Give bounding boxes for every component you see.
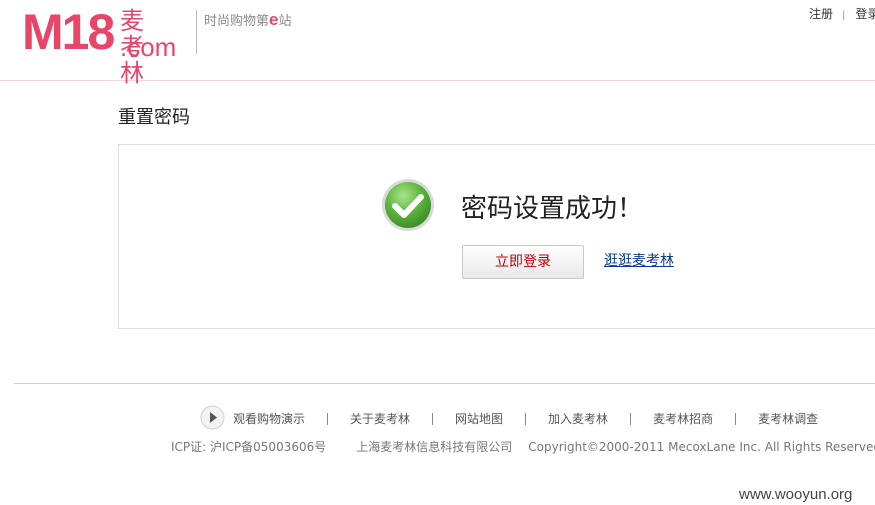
- browse-store-link[interactable]: 逛逛麦考林: [604, 250, 674, 270]
- slogan-post: 站: [278, 14, 292, 29]
- footer-info: ICP证: 沪ICP备05003606号 上海麦考林信息科技有限公司 Copyrig…: [171, 438, 875, 455]
- play-icon[interactable]: [200, 405, 225, 430]
- company-name: 上海麦考林信息科技有限公司: [356, 440, 513, 454]
- logo-divider: [196, 10, 197, 54]
- top-links: 注册 | 登录: [809, 5, 875, 22]
- login-now-button[interactable]: 立即登录: [462, 245, 584, 279]
- check-circle-icon: [382, 179, 434, 231]
- site-header: M18 麦考林 .com 时尚购物第e站 注册 | 登录: [0, 0, 875, 86]
- footer-link-join[interactable]: 加入麦考林: [548, 412, 608, 426]
- footer-separator: [525, 413, 527, 425]
- slogan-pre: 时尚购物第: [204, 14, 270, 29]
- footer-divider: [14, 383, 875, 384]
- footer-separator: [735, 413, 737, 425]
- footer-link-demo[interactable]: 观看购物演示: [233, 412, 305, 426]
- page-title: 重置密码: [118, 107, 190, 128]
- footer-separator: [630, 413, 632, 425]
- footer-link-survey[interactable]: 麦考林调查: [758, 412, 818, 426]
- slogan: 时尚购物第e站: [204, 10, 292, 30]
- top-link-separator: |: [842, 10, 846, 21]
- logo-main: M18: [22, 4, 115, 60]
- footer-links: 观看购物演示 关于麦考林 网站地图 加入麦考林 麦考林招商 麦考林调查: [233, 410, 818, 427]
- logo-domain: .com: [120, 32, 177, 62]
- footer-link-sitemap[interactable]: 网站地图: [455, 412, 503, 426]
- login-link[interactable]: 登录: [855, 7, 875, 21]
- footer-link-merchants[interactable]: 麦考林招商: [653, 412, 713, 426]
- footer-link-about[interactable]: 关于麦考林: [350, 412, 410, 426]
- register-link[interactable]: 注册: [809, 7, 833, 21]
- copyright: Copyright©2000-2011 MecoxLane Inc. All R…: [528, 440, 875, 454]
- result-panel: [118, 144, 875, 329]
- success-message: 密码设置成功！: [461, 194, 644, 224]
- icp-license: ICP证: 沪ICP备05003606号: [171, 440, 327, 454]
- footer-separator: [327, 413, 329, 425]
- footer-separator: [432, 413, 434, 425]
- watermark: www.wooyun.org: [739, 486, 853, 503]
